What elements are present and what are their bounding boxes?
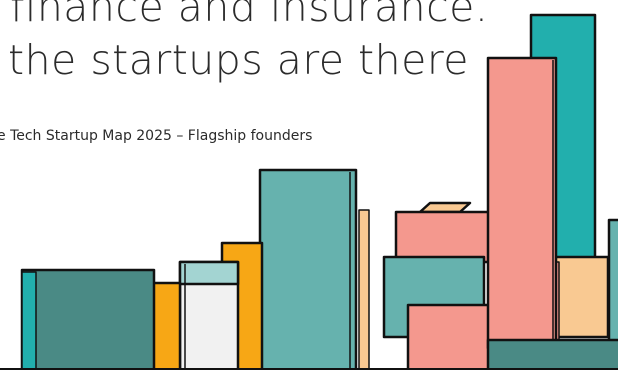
building-peach-block-right [552, 255, 610, 339]
building-teal-base-right [486, 338, 618, 370]
building-salmon-upper [394, 210, 500, 264]
city-skyline-illustration [0, 13, 618, 370]
building-peach-rooftop [418, 201, 472, 214]
building-teal-center [258, 168, 358, 370]
building-salmon-tower [486, 56, 558, 350]
building-teal-left-edge [21, 271, 37, 370]
building-salmon-lower [406, 303, 498, 370]
building-teal-left [20, 268, 156, 370]
page: finance and insurance. the startups are … [0, 0, 618, 370]
building-peach-sliver [358, 209, 370, 370]
building-light-teal-roof [178, 260, 240, 286]
